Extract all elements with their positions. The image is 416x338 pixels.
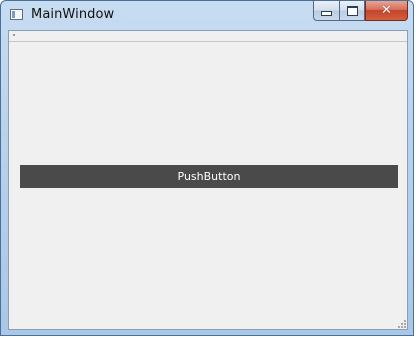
- maximize-button[interactable]: [339, 1, 365, 21]
- caption-buttons: ✕: [313, 1, 408, 21]
- close-button[interactable]: ✕: [365, 1, 408, 21]
- minimize-button[interactable]: [313, 1, 339, 21]
- window-title: MainWindow: [31, 7, 115, 22]
- maximize-icon: [346, 5, 358, 16]
- central-widget: PushButton: [8, 30, 408, 330]
- app-window-icon[interactable]: [10, 9, 23, 20]
- close-icon: ✕: [381, 3, 392, 18]
- title-bar[interactable]: MainWindow ✕: [1, 1, 413, 29]
- push-button[interactable]: PushButton: [20, 165, 398, 188]
- menu-bar[interactable]: [9, 31, 407, 42]
- minimize-icon: [321, 11, 332, 16]
- size-grip-icon[interactable]: [397, 319, 406, 328]
- main-window: MainWindow ✕ PushButton: [0, 0, 414, 336]
- menu-extension-icon[interactable]: [13, 34, 15, 36]
